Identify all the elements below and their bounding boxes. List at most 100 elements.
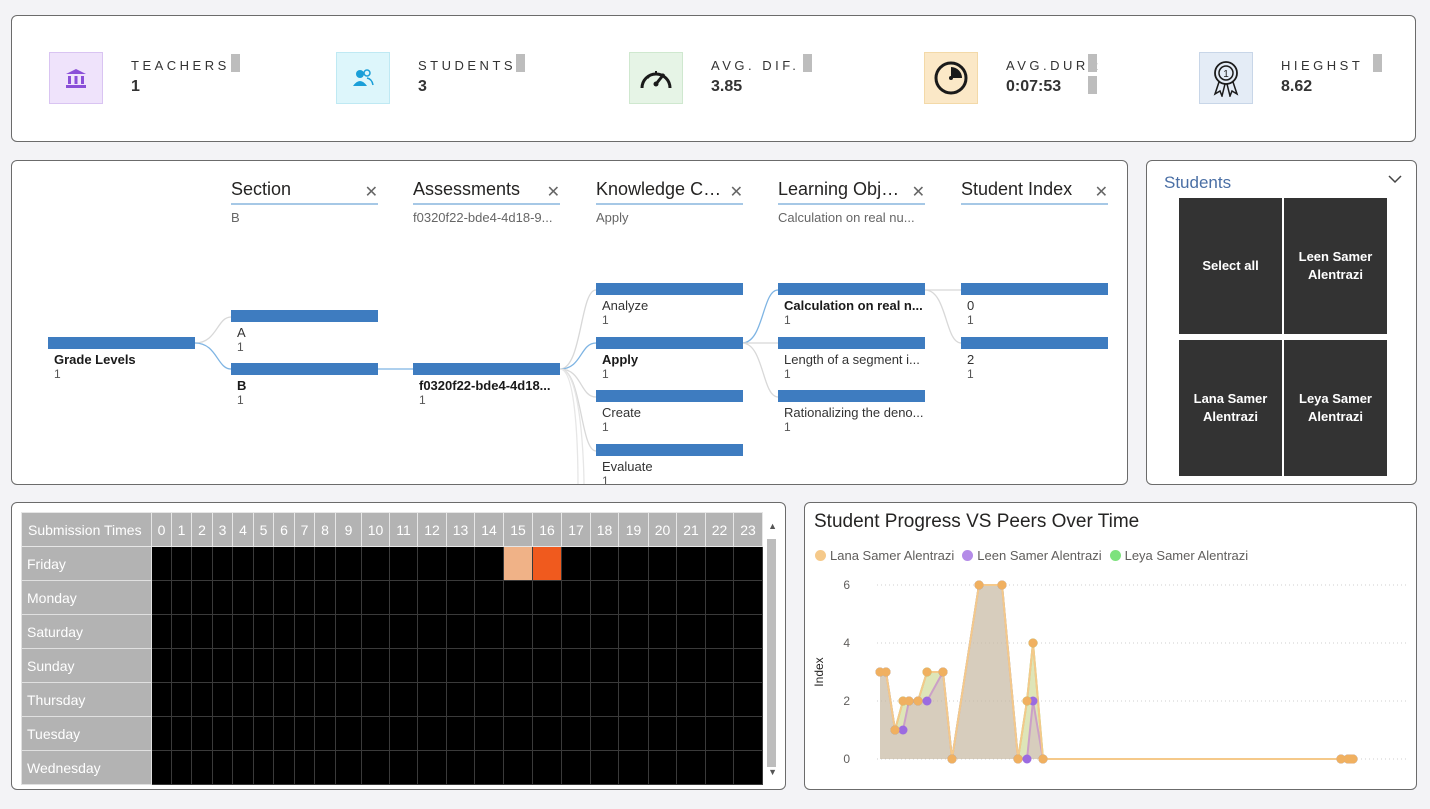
heatmap-cell[interactable] xyxy=(590,580,619,615)
heatmap-cell[interactable] xyxy=(191,750,213,785)
heatmap-cell[interactable] xyxy=(232,614,254,649)
heatmap-cell[interactable] xyxy=(253,682,274,717)
heatmap-cell[interactable] xyxy=(417,614,447,649)
heatmap-cell[interactable] xyxy=(171,614,192,649)
heatmap-cell[interactable] xyxy=(618,546,649,581)
tree-node-section[interactable]: A 1 xyxy=(231,310,378,354)
heatmap-cell[interactable] xyxy=(503,546,533,581)
heatmap-cell[interactable] xyxy=(417,648,447,683)
heatmap-cell[interactable] xyxy=(590,716,619,751)
heatmap-cell[interactable] xyxy=(446,682,475,717)
heatmap-cell[interactable] xyxy=(417,750,447,785)
heatmap-cell[interactable] xyxy=(590,682,619,717)
heatmap-cell[interactable] xyxy=(733,614,763,649)
heatmap-cell[interactable] xyxy=(503,682,533,717)
heatmap-cell[interactable] xyxy=(361,682,390,717)
heatmap-cell[interactable] xyxy=(389,648,418,683)
data-point[interactable] xyxy=(1022,696,1032,706)
tree-node-knowledge[interactable]: Create 1 xyxy=(596,390,743,434)
heatmap-cell[interactable] xyxy=(273,546,295,581)
heatmap-cell[interactable] xyxy=(361,546,390,581)
tree-node-knowledge[interactable]: Analyze 1 xyxy=(596,283,743,327)
heatmap-cell[interactable] xyxy=(676,546,706,581)
heatmap-cell[interactable] xyxy=(273,648,295,683)
heatmap-cell[interactable] xyxy=(676,614,706,649)
data-point[interactable] xyxy=(1028,638,1038,648)
heatmap-cell[interactable] xyxy=(474,750,504,785)
heatmap-cell[interactable] xyxy=(446,546,475,581)
tree-node-knowledge[interactable]: Evaluate 1 xyxy=(596,444,743,484)
tree-column-student-index[interactable]: Student Index ✕ xyxy=(961,179,1108,210)
heatmap-cell[interactable] xyxy=(232,750,254,785)
close-icon[interactable]: ✕ xyxy=(912,182,925,202)
heatmap-cell[interactable] xyxy=(474,716,504,751)
heatmap-cell[interactable] xyxy=(705,682,734,717)
heatmap-cell[interactable] xyxy=(676,682,706,717)
heatmap-cell[interactable] xyxy=(561,546,591,581)
heatmap-cell[interactable] xyxy=(314,546,336,581)
heatmap-cell[interactable] xyxy=(532,648,562,683)
slicer-tile-student[interactable]: Leen Samer Alentrazi xyxy=(1284,198,1387,334)
data-point[interactable] xyxy=(913,696,923,706)
heatmap-cell[interactable] xyxy=(335,546,362,581)
heatmap-cell[interactable] xyxy=(361,750,390,785)
heatmap-cell[interactable] xyxy=(648,648,677,683)
heatmap-cell[interactable] xyxy=(561,648,591,683)
heatmap-cell[interactable] xyxy=(733,682,763,717)
heatmap-cell[interactable] xyxy=(232,682,254,717)
heatmap-cell[interactable] xyxy=(503,750,533,785)
heatmap-cell[interactable] xyxy=(590,546,619,581)
heatmap-cell[interactable] xyxy=(361,580,390,615)
tree-column-objectives[interactable]: Learning Objec... ✕ Calculation on real … xyxy=(778,179,925,225)
heatmap-cell[interactable] xyxy=(232,580,254,615)
heatmap-cell[interactable] xyxy=(191,546,213,581)
heatmap-cell[interactable] xyxy=(151,750,172,785)
heatmap-cell[interactable] xyxy=(151,716,172,751)
heatmap-cell[interactable] xyxy=(314,580,336,615)
heatmap-cell[interactable] xyxy=(618,750,649,785)
heatmap-cell[interactable] xyxy=(705,750,734,785)
heatmap-cell[interactable] xyxy=(389,750,418,785)
data-point[interactable] xyxy=(890,725,900,735)
heatmap-cell[interactable] xyxy=(361,648,390,683)
heatmap-cell[interactable] xyxy=(676,716,706,751)
heatmap-cell[interactable] xyxy=(389,716,418,751)
heatmap-cell[interactable] xyxy=(474,614,504,649)
heatmap-cell[interactable] xyxy=(171,546,192,581)
heatmap-cell[interactable] xyxy=(561,682,591,717)
heatmap-cell[interactable] xyxy=(171,580,192,615)
heatmap-cell[interactable] xyxy=(648,682,677,717)
heatmap-cell[interactable] xyxy=(417,580,447,615)
heatmap-cell[interactable] xyxy=(705,614,734,649)
tree-node-section[interactable]: B 1 xyxy=(231,363,378,407)
heatmap-cell[interactable] xyxy=(253,750,274,785)
slicer-tile-select-all[interactable]: Select all xyxy=(1179,198,1282,334)
heatmap-cell[interactable] xyxy=(417,546,447,581)
heatmap-cell[interactable] xyxy=(232,716,254,751)
data-point[interactable] xyxy=(904,696,914,706)
heatmap-cell[interactable] xyxy=(151,614,172,649)
heatmap-cell[interactable] xyxy=(503,580,533,615)
heatmap-cell[interactable] xyxy=(389,614,418,649)
heatmap-cell[interactable] xyxy=(590,614,619,649)
data-point[interactable] xyxy=(1038,754,1048,764)
heatmap-cell[interactable] xyxy=(151,682,172,717)
heatmap-cell[interactable] xyxy=(733,546,763,581)
data-point[interactable] xyxy=(938,667,948,677)
heatmap-cell[interactable] xyxy=(648,546,677,581)
heatmap-cell[interactable] xyxy=(191,648,213,683)
heatmap-cell[interactable] xyxy=(733,750,763,785)
heatmap-cell[interactable] xyxy=(446,716,475,751)
heatmap-cell[interactable] xyxy=(590,750,619,785)
heatmap-cell[interactable] xyxy=(171,750,192,785)
data-point[interactable] xyxy=(922,696,932,706)
heatmap-cell[interactable] xyxy=(294,750,315,785)
tree-column-knowledge[interactable]: Knowledge Cats ✕ Apply xyxy=(596,179,743,225)
heatmap-cell[interactable] xyxy=(648,716,677,751)
heatmap-cell[interactable] xyxy=(618,614,649,649)
heatmap-cell[interactable] xyxy=(446,580,475,615)
tree-node-student-index[interactable]: 0 1 xyxy=(961,283,1108,327)
heatmap-cell[interactable] xyxy=(733,648,763,683)
tree-node-objective[interactable]: Calculation on real n... 1 xyxy=(778,283,925,327)
heatmap-cell[interactable] xyxy=(151,648,172,683)
